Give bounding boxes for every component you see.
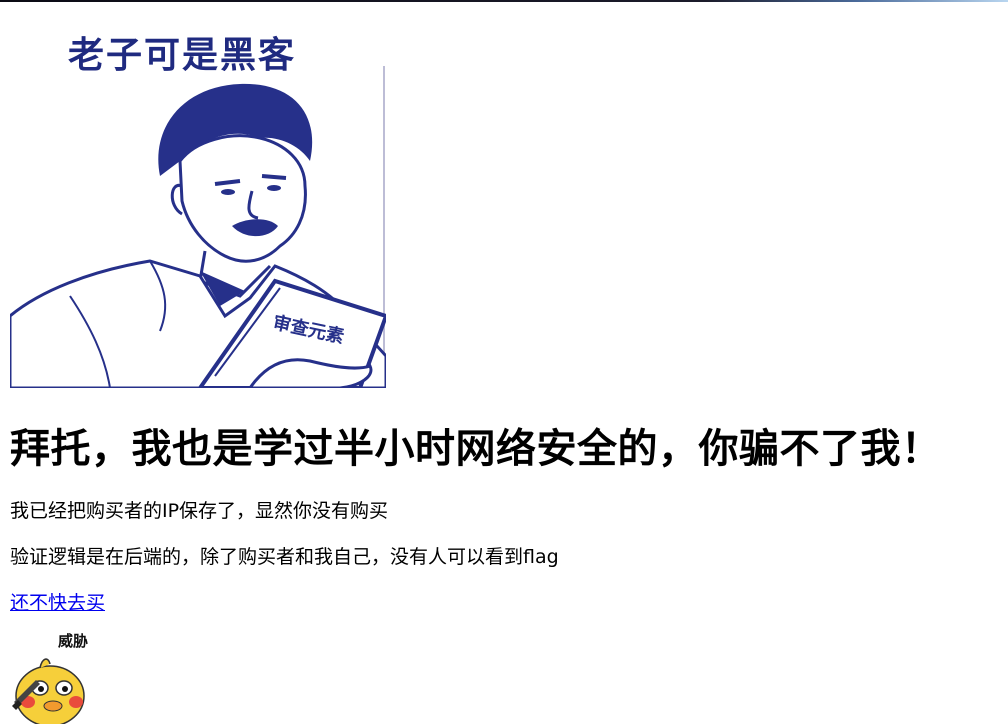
hacker-illustration: 审查元素 [10,66,386,388]
ip-saved-message: 我已经把购买者的IP保存了，显然你没有购买 [10,500,389,522]
duck-caption: 威胁 [58,632,89,650]
hacker-meme-image: 老子可是黑客 审查元素 [10,18,386,388]
go-buy-link[interactable]: 还不快去买 [10,588,105,615]
page-headline: 拜托，我也是学过半小时网络安全的，你骗不了我！ [10,426,942,472]
page-content: 老子可是黑客 审查元素 拜托，我也是学过半小时网络安全的，你骗不了我！ 我已经把… [10,18,1000,727]
browser-top-edge [0,0,1008,2]
backend-verification-message: 验证逻辑是在后端的，除了购买者和我自己，没有人可以看到flag [10,546,559,568]
duck-illustration [12,658,85,727]
threat-duck-image: 威胁 [10,630,102,727]
